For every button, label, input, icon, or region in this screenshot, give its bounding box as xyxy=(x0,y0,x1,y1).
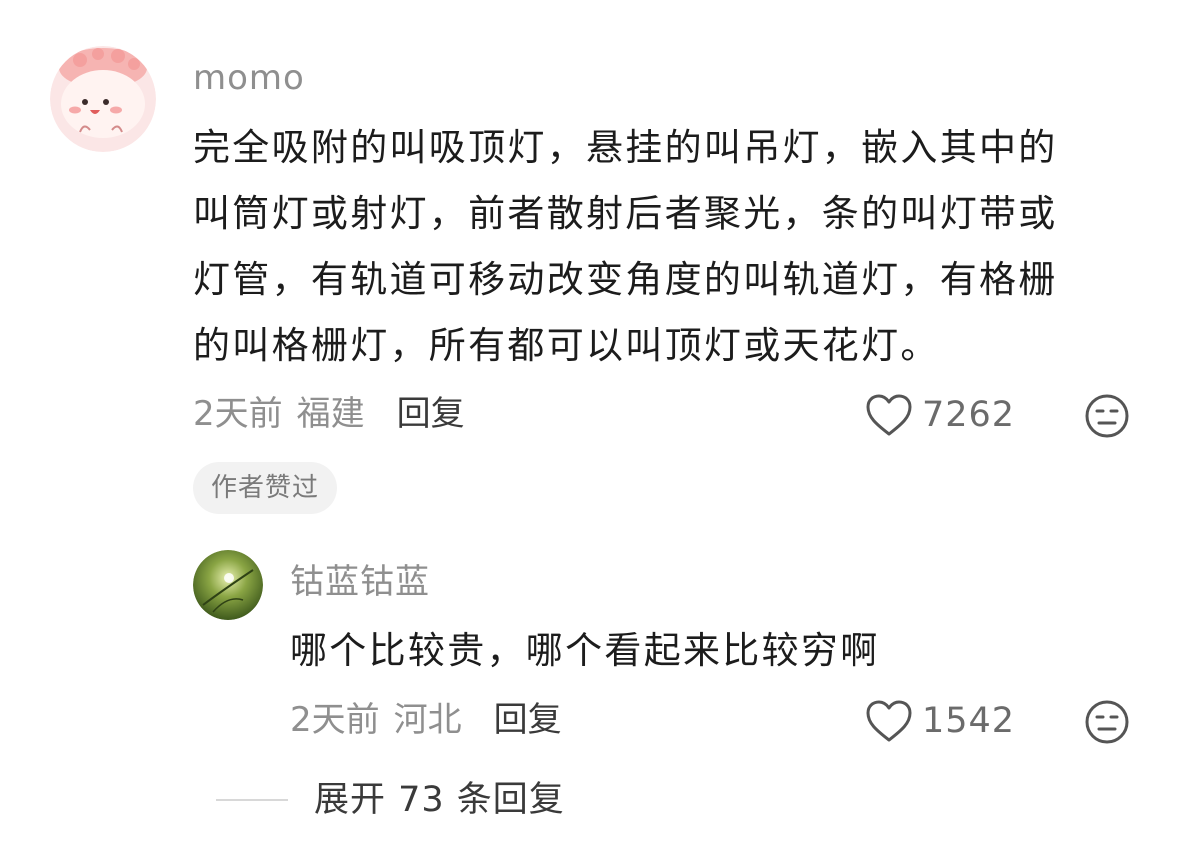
author-liked-badge: 作者赞过 xyxy=(193,462,338,514)
meh-face-icon xyxy=(1085,700,1129,744)
reply-location: 河北 xyxy=(393,700,462,740)
avatar[interactable] xyxy=(50,46,156,152)
comment-meta: 2天前 福建 回复 xyxy=(193,394,465,434)
expand-divider xyxy=(216,799,288,801)
comment-text-line: 叫筒灯或射灯，前者散射后者聚光，条的叫灯带或 xyxy=(193,192,1058,235)
expand-replies-button[interactable]: 展开 73 条回复 xyxy=(216,780,565,820)
avatar-image xyxy=(50,46,156,152)
meh-face-icon xyxy=(1085,394,1129,438)
comment-text-line: 完全吸附的叫吸顶灯，悬挂的叫吊灯，嵌入其中的 xyxy=(193,126,1058,169)
comment-username[interactable]: momo xyxy=(193,58,305,98)
expand-replies-label: 展开 73 条回复 xyxy=(314,780,565,820)
heart-outline-icon xyxy=(866,700,912,742)
comment-text-line: 的叫格栅灯，所有都可以叫顶灯或天花灯。 xyxy=(193,324,940,367)
comment-location: 福建 xyxy=(296,394,365,434)
like-count: 7262 xyxy=(922,395,1016,435)
comment-time: 2天前 xyxy=(193,394,283,434)
reply-button[interactable]: 回复 xyxy=(397,394,465,434)
comment-text: 完全吸附的叫吸顶灯，悬挂的叫吊灯，嵌入其中的 叫筒灯或射灯，前者散射后者聚光，条… xyxy=(193,115,1058,379)
like-button[interactable]: 7262 xyxy=(864,392,1015,438)
reply-time: 2天前 xyxy=(290,700,380,740)
reply-dislike-button[interactable] xyxy=(1084,699,1130,749)
dislike-button[interactable] xyxy=(1084,393,1130,443)
reply-like-button[interactable]: 1542 xyxy=(864,698,1015,744)
reply-text: 哪个比较贵，哪个看起来比较穷啊 xyxy=(290,629,880,672)
heart-outline-icon xyxy=(866,394,912,436)
reply-username[interactable]: 钴蓝钴蓝 xyxy=(290,562,430,602)
comment-text-line: 灯管，有轨道可移动改变角度的叫轨道灯，有格栅 xyxy=(193,258,1058,301)
reply-like-count: 1542 xyxy=(922,701,1016,741)
reply-meta: 2天前 河北 回复 xyxy=(290,700,562,740)
avatar-image xyxy=(193,550,263,620)
reply-avatar[interactable] xyxy=(193,550,263,620)
reply-reply-button[interactable]: 回复 xyxy=(494,700,562,740)
comment-thread: momo 完全吸附的叫吸顶灯，悬挂的叫吊灯，嵌入其中的 叫筒灯或射灯，前者散射后… xyxy=(0,0,1179,854)
